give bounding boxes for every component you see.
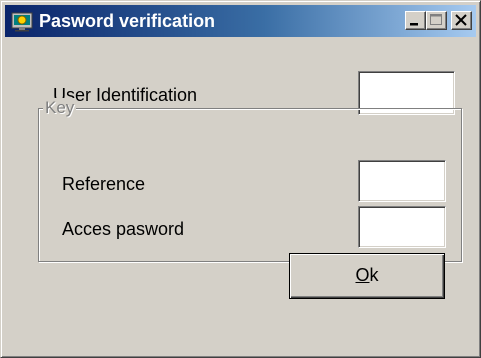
close-button[interactable]	[451, 11, 472, 30]
access-password-label: Acces pasword	[62, 219, 185, 239]
key-group-caption: Key	[43, 98, 77, 118]
ok-accelerator: O	[355, 265, 370, 285]
access-password-input[interactable]	[358, 206, 446, 248]
window-title: Pasword verification	[39, 11, 216, 31]
reference-input[interactable]	[358, 160, 446, 202]
maximize-button[interactable]	[426, 11, 447, 30]
title-bar[interactable]: Pasword verification	[5, 5, 476, 37]
password-verification-dialog: Pasword verification User Identification	[0, 0, 481, 358]
app-icon[interactable]	[11, 10, 33, 32]
ok-label-rest: k	[369, 265, 379, 285]
reference-label: Reference	[62, 174, 146, 194]
ok-button[interactable]: Ok	[289, 253, 445, 299]
minimize-button[interactable]	[405, 11, 426, 30]
